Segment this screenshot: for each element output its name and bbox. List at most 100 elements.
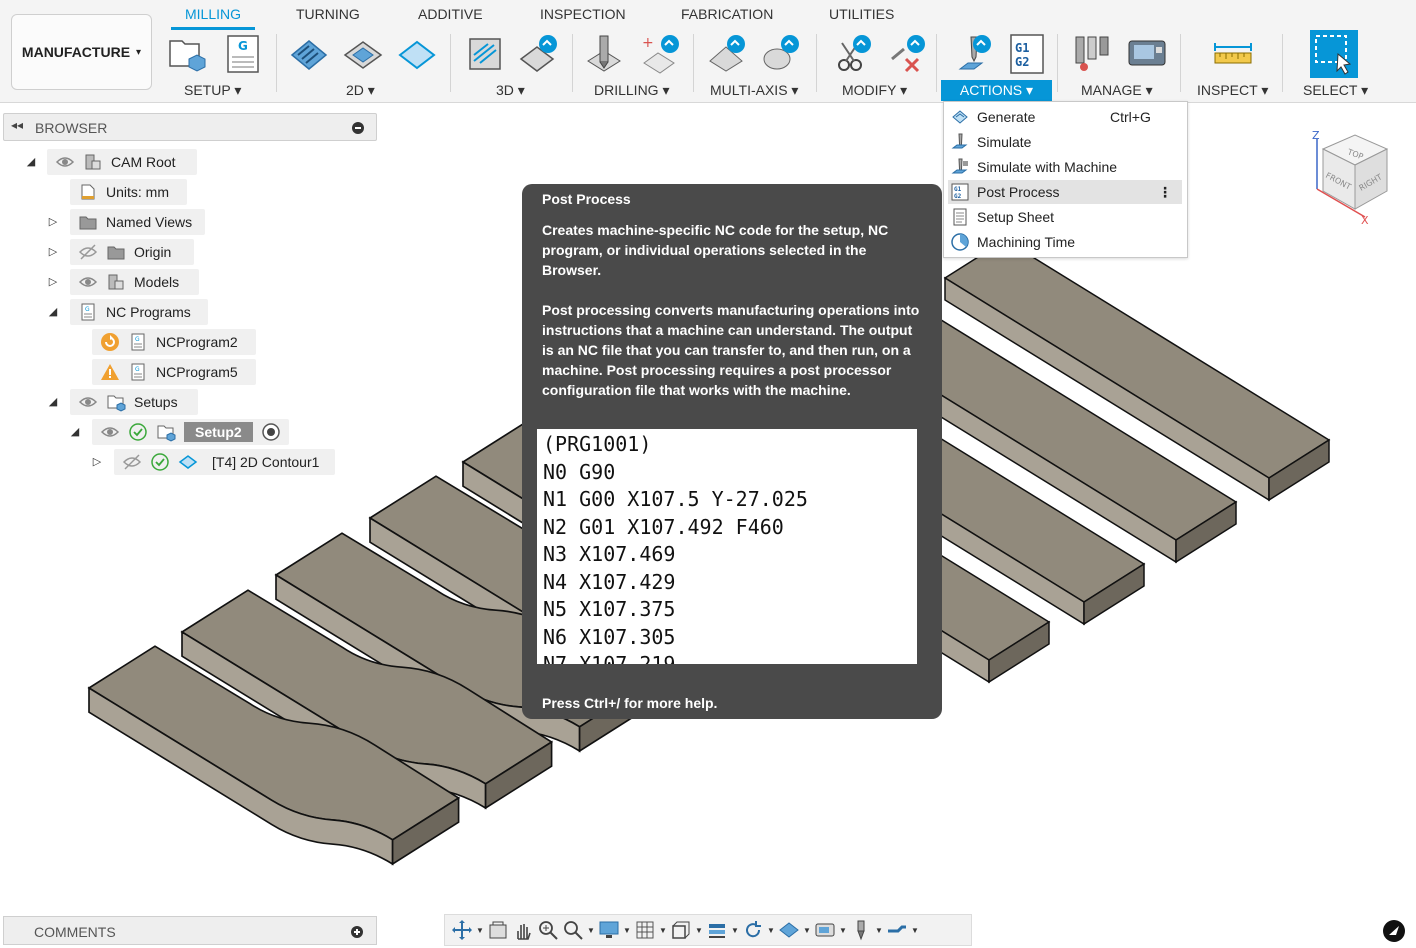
chevron-down-icon[interactable]: ▼ — [767, 926, 775, 935]
machine-display-icon[interactable] — [814, 919, 836, 941]
simulate-with-machine-icon[interactable] — [952, 33, 994, 75]
machine-library-icon[interactable] — [1126, 33, 1168, 75]
feedback-icon[interactable] — [1383, 920, 1405, 942]
eye-hidden-icon[interactable] — [78, 242, 98, 262]
expand-toggle[interactable]: ◢ — [25, 155, 37, 168]
display-settings-icon[interactable] — [598, 919, 620, 941]
select-icon[interactable] — [1310, 30, 1358, 78]
menu-item-post-process[interactable]: G1 G2 Post Process ⋮ — [948, 180, 1182, 204]
thread-icon[interactable]: + — [640, 33, 682, 75]
tab-milling[interactable]: MILLING — [185, 6, 241, 22]
tool-display-icon[interactable] — [850, 919, 872, 941]
toolpath-display-icon[interactable] — [886, 919, 908, 941]
collapse-panel-icon[interactable]: ◂◂ — [11, 118, 23, 132]
chevron-down-icon[interactable]: ▼ — [731, 926, 739, 935]
chevron-down-icon[interactable]: ▼ — [659, 926, 667, 935]
view-cube[interactable]: TOP FRONT RIGHT Z X — [1305, 125, 1395, 225]
tab-inspection[interactable]: INSPECTION — [540, 6, 626, 22]
tree-item-named-views[interactable]: Named Views — [70, 209, 205, 235]
expand-toggle[interactable]: ▷ — [47, 275, 59, 288]
inspect-group-label[interactable]: INSPECT ▾ — [1197, 82, 1268, 99]
tree-item-cam-root[interactable]: CAM Root — [47, 149, 197, 175]
expand-toggle[interactable]: ▷ — [47, 215, 59, 228]
tree-item-2d-contour[interactable]: [T4] 2D Contour1 — [114, 449, 335, 475]
tab-additive[interactable]: ADDITIVE — [418, 6, 483, 22]
menu-item-setup-sheet[interactable]: Setup Sheet — [948, 205, 1182, 229]
manage-group-label[interactable]: MANAGE ▾ — [1081, 82, 1153, 99]
tree-item-ncprogram5[interactable]: G NCProgram5 — [92, 359, 256, 385]
more-options-icon[interactable]: ⋮ — [1158, 184, 1172, 201]
menu-item-machining-time[interactable]: Machining Time — [948, 230, 1182, 254]
expand-toggle[interactable]: ▷ — [91, 455, 103, 468]
swarf-icon[interactable] — [760, 33, 802, 75]
zoom-icon[interactable] — [537, 919, 559, 941]
2d-contour-icon[interactable] — [396, 33, 438, 75]
2d-group-label[interactable]: 2D ▾ — [346, 82, 375, 99]
tab-turning[interactable]: TURNING — [296, 6, 360, 22]
viewports-icon[interactable] — [670, 919, 692, 941]
nc-program-icon[interactable]: G — [222, 33, 264, 75]
orbit-move-icon[interactable] — [451, 919, 473, 941]
3d-pocket-icon[interactable] — [518, 33, 560, 75]
tree-item-units[interactable]: Units: mm — [70, 179, 187, 205]
chevron-down-icon[interactable]: ▼ — [476, 926, 484, 935]
expand-toggle[interactable]: ▷ — [47, 245, 59, 258]
tree-item-ncprogram2[interactable]: G NCProgram2 — [92, 329, 256, 355]
browser-options-icon[interactable] — [352, 122, 364, 134]
zoom-window-icon[interactable] — [562, 919, 584, 941]
tab-utilities[interactable]: UTILITIES — [829, 6, 894, 22]
eye-icon[interactable] — [55, 152, 75, 172]
chevron-down-icon[interactable]: ▼ — [623, 926, 631, 935]
tree-item-nc-programs[interactable]: G NC Programs — [70, 299, 208, 325]
chevron-down-icon[interactable]: ▼ — [803, 926, 811, 935]
layers-icon[interactable] — [706, 919, 728, 941]
3d-group-label[interactable]: 3D ▾ — [496, 82, 525, 99]
eye-icon[interactable] — [78, 272, 98, 292]
chevron-down-icon[interactable]: ▼ — [695, 926, 703, 935]
select-group-label[interactable]: SELECT ▾ — [1303, 82, 1368, 99]
measure-icon[interactable] — [1212, 33, 1254, 75]
delete-toolpath-icon[interactable] — [886, 33, 928, 75]
tree-item-setup2[interactable]: Setup2 — [92, 419, 289, 445]
tree-item-models[interactable]: Models — [70, 269, 199, 295]
browser-panel-header[interactable]: ◂◂ BROWSER — [3, 113, 377, 141]
chevron-down-icon[interactable]: ▼ — [839, 926, 847, 935]
menu-item-generate[interactable]: Generate Ctrl+G — [948, 105, 1182, 129]
modify-group-label[interactable]: MODIFY ▾ — [842, 82, 907, 99]
expand-toggle[interactable]: ◢ — [47, 305, 59, 318]
workspace-switcher-button[interactable]: MANUFACTURE ▾ — [11, 14, 152, 90]
tool-library-icon[interactable] — [1072, 33, 1114, 75]
eye-hidden-icon[interactable] — [122, 452, 142, 472]
eye-icon[interactable] — [78, 392, 98, 412]
multi-axis-contour-icon[interactable] — [706, 33, 748, 75]
chevron-down-icon[interactable]: ▼ — [587, 926, 595, 935]
new-setup-icon[interactable] — [167, 33, 209, 75]
comments-panel[interactable]: COMMENTS — [3, 916, 377, 945]
active-setup-radio-icon[interactable] — [261, 422, 281, 442]
expand-toggle[interactable]: ◢ — [47, 395, 59, 408]
setup-group-label[interactable]: SETUP ▾ — [184, 82, 241, 99]
grid-icon[interactable] — [634, 919, 656, 941]
chevron-down-icon[interactable]: ▼ — [875, 926, 883, 935]
capture-view-icon[interactable] — [487, 919, 509, 941]
actions-group-button[interactable]: ACTIONS ▾ — [941, 80, 1052, 101]
2d-adaptive-icon[interactable] — [288, 33, 330, 75]
post-process-icon[interactable]: G1 G2 — [1006, 33, 1048, 75]
tab-fabrication[interactable]: FABRICATION — [681, 6, 773, 22]
add-comment-icon[interactable] — [351, 926, 363, 938]
pan-hand-icon[interactable] — [512, 919, 534, 941]
chevron-down-icon[interactable]: ▼ — [911, 926, 919, 935]
refresh-view-icon[interactable] — [742, 919, 764, 941]
menu-item-simulate-with-machine[interactable]: Simulate with Machine — [948, 155, 1182, 179]
2d-pocket-icon[interactable] — [342, 33, 384, 75]
drilling-group-label[interactable]: DRILLING ▾ — [594, 82, 670, 99]
menu-item-simulate[interactable]: Simulate — [948, 130, 1182, 154]
tree-item-origin[interactable]: Origin — [70, 239, 194, 265]
tree-item-setups[interactable]: Setups — [70, 389, 198, 415]
drill-icon[interactable] — [584, 33, 626, 75]
scissors-icon[interactable] — [832, 33, 874, 75]
eye-icon[interactable] — [100, 422, 120, 442]
stock-display-icon[interactable] — [778, 919, 800, 941]
multi-axis-group-label[interactable]: MULTI-AXIS ▾ — [710, 82, 798, 99]
expand-toggle[interactable]: ◢ — [69, 425, 81, 438]
